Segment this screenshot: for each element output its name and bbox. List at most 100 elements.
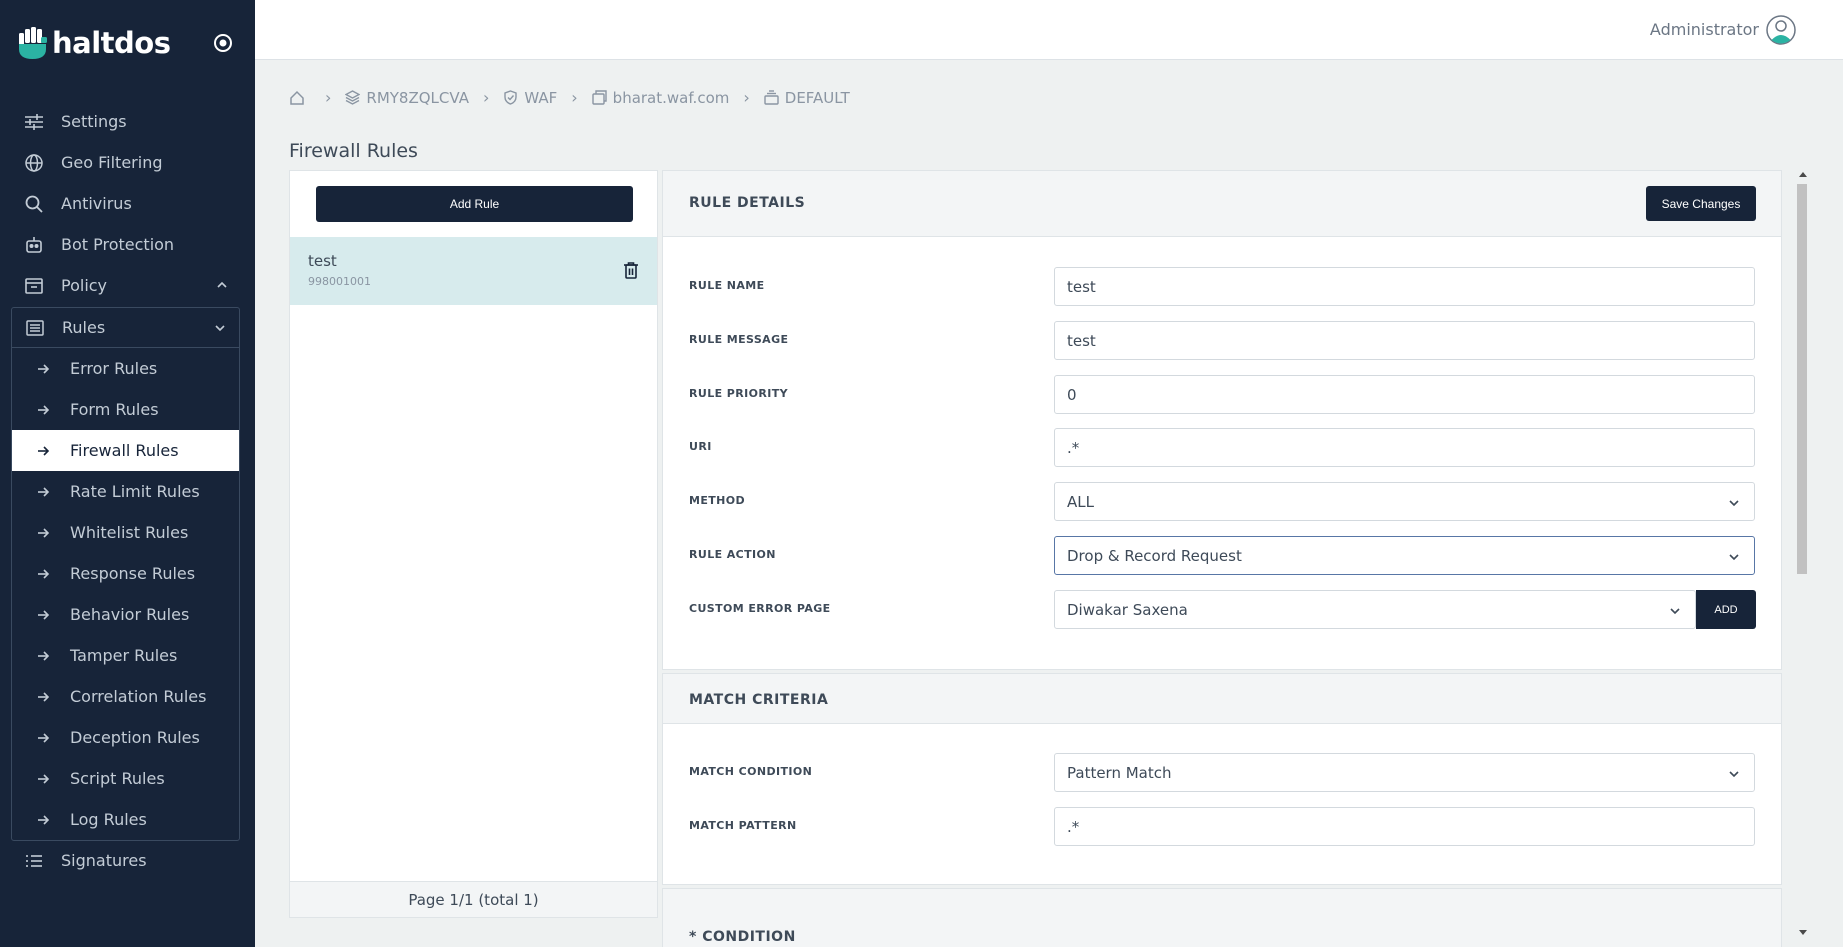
- rule-message-input[interactable]: test: [1054, 321, 1755, 360]
- sidebar-subitem-form-rules[interactable]: Form Rules: [12, 389, 239, 430]
- sidebar-subitem-response-rules[interactable]: Response Rules: [12, 553, 239, 594]
- match-pattern-input[interactable]: .*: [1054, 807, 1755, 846]
- shield-check-icon: [504, 90, 518, 105]
- chevron-down-icon[interactable]: [213, 321, 227, 335]
- condition-panel: * CONDITION: [662, 888, 1782, 947]
- scrollbar[interactable]: [1795, 170, 1810, 937]
- layers-icon: [345, 90, 361, 105]
- inbox-icon: [24, 276, 44, 296]
- scroll-down-arrow[interactable]: [1799, 930, 1807, 935]
- breadcrumb-separator: ›: [743, 88, 750, 107]
- rule-name-input[interactable]: test: [1054, 267, 1755, 306]
- rule-list-item[interactable]: test 998001001: [290, 237, 657, 305]
- scroll-thumb[interactable]: [1797, 184, 1807, 574]
- breadcrumb-label: WAF: [524, 88, 558, 107]
- sidebar-item-geo-filtering[interactable]: Geo Filtering: [0, 142, 255, 183]
- sidebar-subitem-label: Firewall Rules: [70, 441, 179, 460]
- breadcrumb-profile[interactable]: DEFAULT: [764, 89, 850, 107]
- rule-details-header: RULE DETAILS Save Changes: [663, 171, 1781, 237]
- top-bar: Administrator: [255, 0, 1843, 60]
- sidebar-item-label: Geo Filtering: [61, 153, 163, 172]
- rules-group: Rules Error Rules Form Rules Firewall Ru…: [11, 307, 240, 841]
- match-condition-value: Pattern Match: [1067, 763, 1172, 782]
- sidebar-item-antivirus[interactable]: Antivirus: [0, 183, 255, 224]
- sidebar-item-policy[interactable]: Policy: [0, 265, 255, 306]
- sidebar-subitem-label: Script Rules: [70, 769, 165, 788]
- breadcrumb-label: DEFAULT: [784, 88, 850, 107]
- sidebar-toggle-icon[interactable]: [212, 32, 234, 54]
- trash-icon[interactable]: [623, 261, 639, 279]
- rule-message-row: RULE MESSAGE test: [663, 321, 1781, 361]
- add-error-page-button[interactable]: ADD: [1696, 590, 1756, 629]
- breadcrumb-domain[interactable]: bharat.waf.com: [591, 88, 730, 107]
- brand[interactable]: haltdos: [19, 26, 171, 60]
- haltdos-logo-icon: [19, 27, 47, 59]
- sidebar-item-settings[interactable]: Settings: [0, 101, 255, 142]
- sidebar-subitem-label: Response Rules: [70, 564, 196, 583]
- page-title: Firewall Rules: [289, 140, 418, 162]
- sidebar-subitem-rate-limit-rules[interactable]: Rate Limit Rules: [12, 471, 239, 512]
- user-name[interactable]: Administrator: [1650, 20, 1759, 39]
- arrow-right-icon: [38, 609, 50, 620]
- save-changes-button[interactable]: Save Changes: [1646, 186, 1756, 221]
- sidebar-subitem-label: Deception Rules: [70, 728, 200, 747]
- match-criteria-title: MATCH CRITERIA: [689, 692, 829, 708]
- match-pattern-row: MATCH PATTERN .*: [663, 807, 1781, 847]
- arrow-right-icon: [38, 773, 50, 784]
- list-box-icon: [25, 318, 45, 338]
- rule-action-row: RULE ACTION Drop & Record Request: [663, 536, 1781, 576]
- sidebar-subitem-label: Form Rules: [70, 400, 159, 419]
- custom-error-page-label: CUSTOM ERROR PAGE: [689, 602, 831, 615]
- sidebar-nav: Settings Geo Filtering Antivirus Bot Pro…: [0, 101, 255, 306]
- breadcrumb-tenant[interactable]: RMY8ZQLCVA: [345, 89, 469, 107]
- sidebar-subitem-deception-rules[interactable]: Deception Rules: [12, 717, 239, 758]
- pagination: Page 1/1 (total 1): [290, 881, 657, 917]
- rule-item-name: test: [308, 252, 337, 270]
- sidebar-item-signatures[interactable]: Signatures: [0, 840, 255, 881]
- arrow-right-icon: [38, 486, 50, 497]
- sliders-icon: [24, 112, 44, 132]
- sidebar-subitem-error-rules[interactable]: Error Rules: [12, 348, 239, 389]
- arrow-right-icon: [38, 814, 50, 825]
- arrow-right-icon: [38, 568, 50, 579]
- add-rule-button[interactable]: Add Rule: [316, 186, 633, 222]
- scroll-up-arrow[interactable]: [1799, 172, 1807, 177]
- search-icon: [24, 194, 44, 214]
- arrow-right-icon: [38, 527, 50, 538]
- breadcrumb: › RMY8ZQLCVA › WAF › bharat.waf.com › DE…: [289, 88, 850, 107]
- user-avatar-icon[interactable]: [1766, 15, 1796, 45]
- breadcrumb-home[interactable]: [289, 90, 311, 106]
- stack-icon: [764, 90, 779, 105]
- rule-action-select[interactable]: Drop & Record Request: [1054, 536, 1755, 575]
- sidebar-subitem-script-rules[interactable]: Script Rules: [12, 758, 239, 799]
- condition-title: * CONDITION: [689, 929, 796, 945]
- breadcrumb-separator: ›: [482, 88, 490, 107]
- match-condition-label: MATCH CONDITION: [689, 765, 813, 778]
- sidebar-item-rules[interactable]: Rules: [12, 308, 239, 348]
- rule-details-panel: RULE DETAILS Save Changes RULE NAME test…: [662, 170, 1782, 670]
- breadcrumb-label: bharat.waf.com: [612, 88, 730, 107]
- sidebar-subitem-firewall-rules[interactable]: Firewall Rules: [12, 430, 239, 471]
- match-pattern-label: MATCH PATTERN: [689, 819, 797, 832]
- sidebar-subitem-tamper-rules[interactable]: Tamper Rules: [12, 635, 239, 676]
- sidebar-subitem-whitelist-rules[interactable]: Whitelist Rules: [12, 512, 239, 553]
- sidebar-item-bot-protection[interactable]: Bot Protection: [0, 224, 255, 265]
- breadcrumb-label: RMY8ZQLCVA: [366, 88, 469, 107]
- arrow-right-icon: [38, 732, 50, 743]
- uri-input[interactable]: .*: [1054, 428, 1755, 467]
- sidebar-subitem-label: Tamper Rules: [70, 646, 178, 665]
- sidebar-subitem-behavior-rules[interactable]: Behavior Rules: [12, 594, 239, 635]
- sidebar-subitem-correlation-rules[interactable]: Correlation Rules: [12, 676, 239, 717]
- home-icon: [290, 90, 304, 105]
- sidebar-item-label: Rules: [62, 318, 106, 337]
- method-select[interactable]: ALL: [1054, 482, 1755, 521]
- sidebar-item-label: Signatures: [61, 851, 147, 870]
- sidebar-subitem-label: Whitelist Rules: [70, 523, 189, 542]
- match-condition-select[interactable]: Pattern Match: [1054, 753, 1755, 792]
- sidebar-subitem-log-rules[interactable]: Log Rules: [12, 799, 239, 840]
- breadcrumb-waf[interactable]: WAF: [503, 89, 557, 107]
- custom-error-page-select[interactable]: Diwakar Saxena: [1054, 590, 1696, 629]
- chevron-up-icon[interactable]: [215, 278, 229, 292]
- rule-message-label: RULE MESSAGE: [689, 333, 789, 346]
- rule-priority-input[interactable]: 0: [1054, 375, 1755, 414]
